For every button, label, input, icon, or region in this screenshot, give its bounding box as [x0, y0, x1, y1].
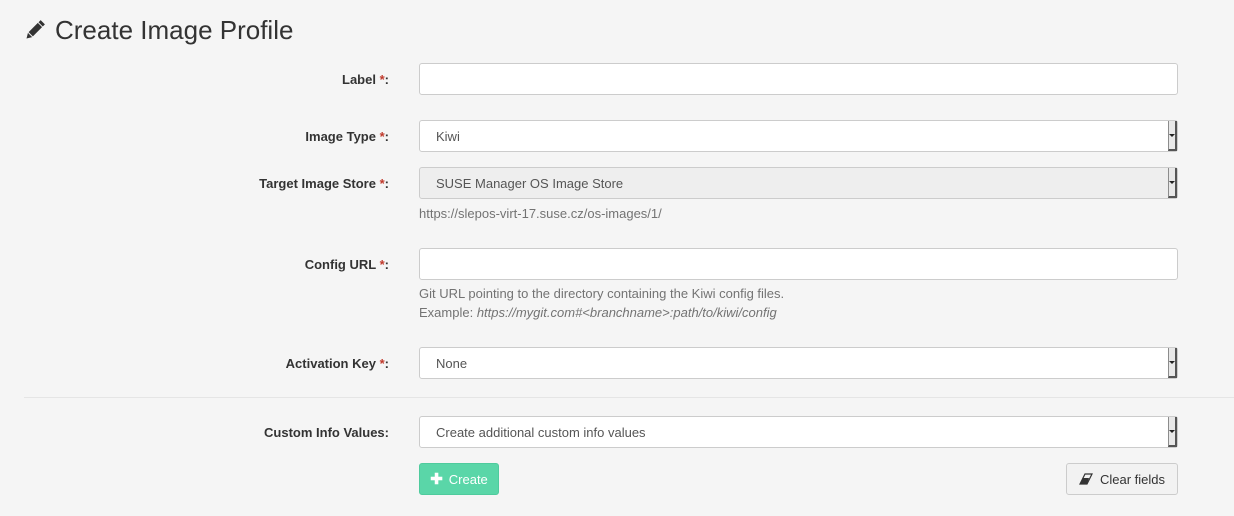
target-image-store-value: SUSE Manager OS Image Store — [436, 175, 624, 191]
create-button[interactable]: ✚ Create — [419, 463, 499, 495]
plus-icon: ✚ — [430, 470, 443, 488]
image-type-label: Image Type *: — [305, 129, 389, 144]
activation-key-row: Activation Key *: None — [0, 347, 1234, 379]
create-button-label: Create — [448, 471, 488, 487]
eraser-icon — [1079, 473, 1093, 485]
label-field-label: Label *: — [342, 72, 389, 87]
label-input[interactable] — [419, 63, 1178, 95]
section-divider — [24, 397, 1234, 398]
chevron-down-icon — [1168, 121, 1177, 151]
image-type-row: Image Type *: Kiwi — [0, 120, 1234, 152]
create-image-profile-page: Create Image Profile Label *: Image Type… — [0, 0, 1234, 516]
custom-info-values-label: Custom Info Values: — [264, 425, 389, 440]
clear-fields-label: Clear fields — [1099, 471, 1166, 487]
page-title: Create Image Profile — [23, 14, 293, 46]
target-image-store-select[interactable]: SUSE Manager OS Image Store — [419, 167, 1178, 199]
activation-key-label: Activation Key *: — [285, 356, 389, 371]
chevron-down-icon — [1168, 348, 1177, 378]
clear-fields-button[interactable]: Clear fields — [1066, 463, 1178, 495]
config-url-label: Config URL *: — [304, 257, 389, 272]
chevron-down-icon — [1168, 168, 1177, 198]
chevron-down-icon — [1168, 417, 1177, 447]
config-url-input[interactable] — [419, 248, 1178, 280]
target-image-store-row: Target Image Store *: SUSE Manager OS Im… — [0, 167, 1234, 227]
target-image-store-url: https://slepos-virt-17.suse.cz/os-images… — [419, 206, 662, 221]
image-type-value: Kiwi — [436, 128, 460, 144]
page-title-text: Create Image Profile — [55, 14, 294, 45]
custom-info-values-select[interactable]: Create additional custom info values — [419, 416, 1178, 448]
config-url-help: Git URL pointing to the directory contai… — [419, 286, 785, 301]
target-image-store-label: Target Image Store *: — [259, 176, 389, 191]
image-type-select[interactable]: Kiwi — [419, 120, 1178, 152]
custom-info-values-row: Custom Info Values: Create additional cu… — [0, 416, 1234, 448]
config-url-example-value: https://mygit.com#<branchname>:path/to/k… — [476, 305, 777, 320]
custom-info-values-placeholder: Create additional custom info values — [436, 424, 646, 440]
config-url-row: Config URL *: Git URL pointing to the di… — [0, 248, 1234, 323]
activation-key-select[interactable]: None — [419, 347, 1178, 379]
pencil-icon — [23, 18, 47, 42]
activation-key-value: None — [436, 355, 468, 371]
config-url-example: Example: https://mygit.com#<branchname>:… — [419, 305, 777, 320]
label-row: Label *: — [0, 63, 1234, 95]
